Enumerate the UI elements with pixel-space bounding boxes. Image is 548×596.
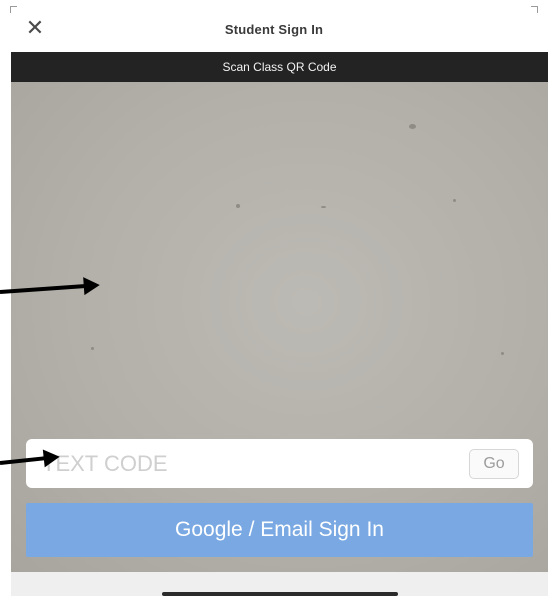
surface-speck — [236, 204, 240, 208]
header: ✕ Student Sign In — [0, 0, 548, 52]
surface-speck — [321, 206, 326, 208]
home-indicator — [162, 592, 398, 596]
google-email-sign-in-button[interactable]: Google / Email Sign In — [26, 503, 533, 557]
camera-viewfinder[interactable] — [11, 82, 548, 572]
surface-speck — [409, 124, 416, 129]
google-email-sign-in-label: Google / Email Sign In — [175, 518, 384, 541]
scan-qr-label: Scan Class QR Code — [222, 60, 337, 74]
scan-qr-banner: Scan Class QR Code — [11, 52, 548, 82]
surface-speck — [91, 347, 94, 350]
surface-speck — [453, 199, 456, 202]
surface-speck — [501, 352, 504, 355]
text-code-input[interactable] — [26, 439, 456, 488]
page-title: Student Sign In — [224, 22, 324, 37]
text-code-row: Go — [26, 439, 533, 488]
go-button[interactable]: Go — [469, 449, 519, 479]
